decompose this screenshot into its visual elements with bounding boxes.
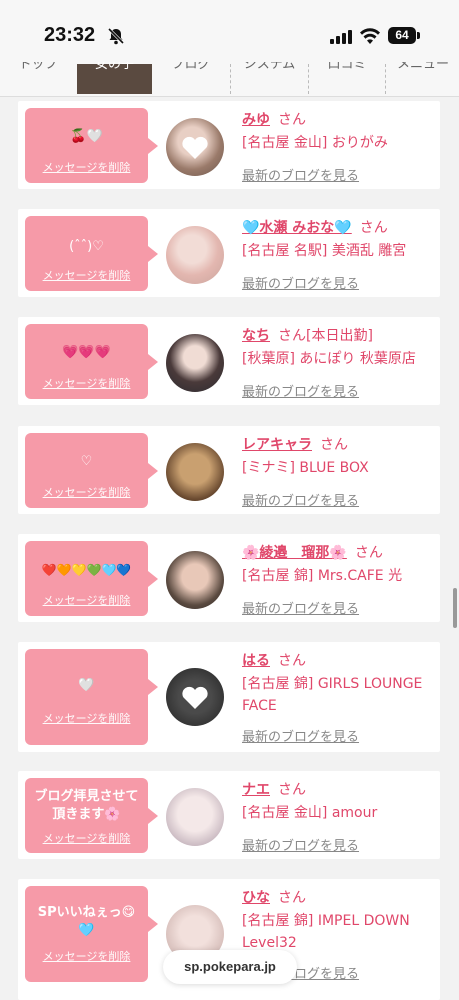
blog-link[interactable]: 最新のブログを見る — [242, 835, 359, 854]
shop-name: [秋葉原] あにぽり 秋葉原店 — [242, 351, 416, 367]
delete-message-link[interactable]: メッセージを削除 — [25, 159, 148, 175]
battery-icon: 64 — [388, 27, 416, 44]
message-text: 🍒🤍 — [70, 129, 103, 144]
tab-system[interactable]: システム — [230, 62, 308, 94]
avatar[interactable] — [166, 226, 224, 284]
list-item: 💗💗💗 メッセージを削除 なち さん[本日出勤] [秋葉原] あにぽり 秋葉原店 … — [18, 317, 440, 405]
status-badge: [本日出勤] — [306, 328, 373, 344]
heart-icon — [182, 686, 208, 709]
message-bubble: ブログ拝見させて頂きます🌸 メッセージを削除 — [25, 778, 158, 853]
heart-icon — [182, 136, 208, 159]
delete-message-link[interactable]: メッセージを削除 — [25, 267, 148, 283]
delete-message-link[interactable]: メッセージを削除 — [25, 484, 148, 500]
list-item: ♡ メッセージを削除 レアキャラ さん [ミナミ] BLUE BOX 最新のブログ… — [18, 426, 440, 514]
san-label: さん — [278, 328, 306, 344]
message-bubble: 💗💗💗 メッセージを削除 — [25, 324, 158, 399]
message-text: SPいいねぇっ😋🩵 — [37, 905, 136, 938]
message-bubble: SPいいねぇっ😋🩵 メッセージを削除 — [25, 886, 158, 982]
message-text: 🤍 — [78, 678, 95, 693]
san-label: さん — [320, 437, 348, 453]
message-text: (ˆˆ)♡ — [69, 239, 104, 254]
shop-name: [名古屋 金山] おりがみ — [242, 135, 388, 151]
message-bubble: 🍒🤍 メッセージを削除 — [25, 108, 158, 183]
shop-name: [名古屋 名駅] 美酒乱 雕宮 — [242, 243, 407, 259]
tab-top[interactable]: トップ — [0, 62, 76, 94]
shop-name: [名古屋 金山] amour — [242, 805, 378, 821]
avatar[interactable] — [166, 788, 224, 846]
tab-menu[interactable]: メニュー — [385, 62, 459, 94]
blog-link[interactable]: 最新のブログを見る — [242, 165, 359, 184]
name-link[interactable]: ナエ — [242, 782, 270, 798]
message-bubble: ❤️🧡💛💚🩵💙 メッセージを削除 — [25, 541, 158, 616]
delete-message-link[interactable]: メッセージを削除 — [25, 948, 148, 964]
avatar[interactable] — [166, 118, 224, 176]
name-link[interactable]: ひな — [242, 890, 270, 906]
shop-name: [名古屋 錦] GIRLS LOUNGE FACE — [242, 676, 423, 714]
delete-message-link[interactable]: メッセージを削除 — [25, 830, 148, 846]
list-item: 🤍 メッセージを削除 はる さん [名古屋 錦] GIRLS LOUNGE FAC… — [18, 642, 440, 752]
name-link[interactable]: なち — [242, 328, 270, 344]
blog-link[interactable]: 最新のブログを見る — [242, 726, 359, 745]
san-label: さん — [354, 545, 383, 561]
shop-name: [名古屋 錦] Mrs.CAFE 光 — [242, 568, 403, 584]
delete-message-link[interactable]: メッセージを削除 — [25, 592, 148, 608]
blog-link[interactable]: 最新のブログを見る — [242, 598, 359, 617]
message-text: ♡ — [80, 454, 93, 469]
list-item: ❤️🧡💛💚🩵💙 メッセージを削除 🌸綾邉 瑠那🌸 さん [名古屋 錦] Mrs.C… — [18, 534, 440, 622]
san-label: さん — [359, 220, 388, 236]
name-link[interactable]: はる — [242, 653, 270, 669]
message-bubble: ♡ メッセージを削除 — [25, 433, 158, 508]
san-label: さん — [278, 112, 306, 128]
url-bar[interactable]: sp.pokepara.jp — [163, 950, 297, 984]
scrollbar[interactable] — [453, 588, 457, 628]
name-link[interactable]: レアキャラ — [242, 437, 312, 453]
battery-tip — [417, 32, 420, 39]
list-item: 🍒🤍 メッセージを削除 みゆ さん [名古屋 金山] おりがみ 最新のブログを見る — [18, 101, 440, 189]
avatar[interactable] — [166, 443, 224, 501]
wifi-icon — [360, 28, 380, 44]
delete-message-link[interactable]: メッセージを削除 — [25, 375, 148, 391]
name-link[interactable]: みゆ — [242, 112, 270, 128]
message-text: ブログ拝見させて頂きます🌸 — [34, 789, 139, 822]
blog-link[interactable]: 最新のブログを見る — [242, 490, 359, 509]
shop-name: [名古屋 錦] IMPEL DOWN Level32 — [242, 913, 410, 951]
message-text: ❤️🧡💛💚🩵💙 — [41, 563, 132, 577]
san-label: さん — [278, 782, 306, 798]
status-time: 23:32 — [44, 24, 96, 46]
san-label: さん — [278, 653, 306, 669]
avatar[interactable] — [166, 668, 224, 726]
list-item: ブログ拝見させて頂きます🌸 メッセージを削除 ナエ さん [名古屋 金山] amo… — [18, 771, 440, 859]
delete-message-link[interactable]: メッセージを削除 — [25, 710, 148, 726]
name-link[interactable]: 🩵水瀬 みおな🩵 — [242, 220, 352, 236]
tab-reviews[interactable]: 口コミ — [308, 62, 385, 94]
san-label: さん — [278, 890, 306, 906]
message-bubble: (ˆˆ)♡ メッセージを削除 — [25, 216, 158, 291]
message-bubble: 🤍 メッセージを削除 — [25, 649, 158, 745]
signal-icon — [330, 30, 352, 44]
avatar[interactable] — [166, 334, 224, 392]
blog-link[interactable]: 最新のブログを見る — [242, 273, 359, 292]
list-item: (ˆˆ)♡ メッセージを削除 🩵水瀬 みおな🩵 さん [名古屋 名駅] 美酒乱 雕… — [18, 209, 440, 297]
shop-name: [ミナミ] BLUE BOX — [242, 460, 369, 476]
tab-blog[interactable]: ブログ — [153, 62, 229, 94]
message-text: 💗💗💗 — [62, 345, 111, 360]
status-bar: 23:32 64 — [0, 0, 459, 62]
blog-link[interactable]: 最新のブログを見る — [242, 381, 359, 400]
avatar[interactable] — [166, 551, 224, 609]
bell-off-icon — [107, 27, 125, 45]
tab-girls[interactable]: 女の子 — [77, 62, 152, 94]
name-link[interactable]: 🌸綾邉 瑠那🌸 — [242, 545, 347, 561]
tab-nav: トップ 女の子 ブログ システム 口コミ メニュー — [0, 62, 459, 97]
